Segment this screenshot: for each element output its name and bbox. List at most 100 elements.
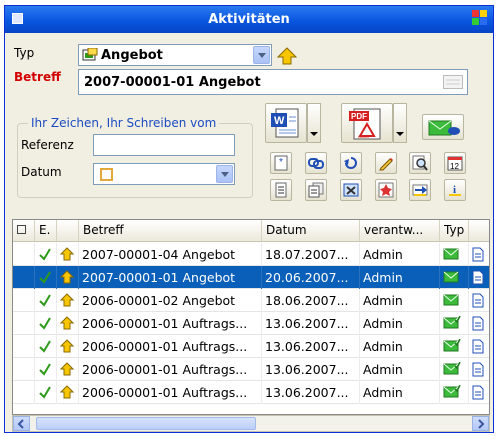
row-select-cell[interactable] xyxy=(13,312,35,335)
word-button[interactable]: W xyxy=(265,103,307,143)
row-betreff: 2006-00001-02 Angebot xyxy=(79,289,262,312)
grid-close-button[interactable] xyxy=(340,179,362,201)
referenz-input[interactable] xyxy=(93,134,235,156)
row-datum: 18.06.2007... xyxy=(262,289,360,312)
header-typ[interactable]: Typ xyxy=(440,220,469,241)
pdf-adobe-icon: PDF Adobe xyxy=(349,108,381,140)
title-bar[interactable]: Aktivitäten xyxy=(5,6,493,33)
header-datum[interactable]: Datum xyxy=(262,220,360,241)
priority-up-icon xyxy=(57,335,79,358)
keyboard-icon[interactable] xyxy=(443,75,463,89)
stack-button[interactable] xyxy=(305,179,327,201)
row-select-cell[interactable] xyxy=(13,243,35,266)
list-document-icon xyxy=(275,182,287,198)
row-betreff: 2006-00001-01 Auftrags... xyxy=(79,381,262,404)
done-check-icon xyxy=(35,381,57,404)
document-icon[interactable] xyxy=(469,243,489,266)
typ-combobox[interactable]: Angebot xyxy=(78,44,272,66)
done-check-icon xyxy=(35,335,57,358)
document-icon[interactable] xyxy=(469,266,489,289)
stack-document-icon xyxy=(308,182,324,198)
header-doc[interactable] xyxy=(469,220,489,241)
calendar-button[interactable]: 12 xyxy=(444,152,466,174)
row-betreff: 2007-00001-01 Angebot xyxy=(79,266,262,289)
undo-button[interactable] xyxy=(340,152,362,174)
document-icon[interactable] xyxy=(469,381,489,404)
scroll-right-button[interactable] xyxy=(472,416,489,431)
header-priority[interactable] xyxy=(57,220,79,241)
document-icon[interactable] xyxy=(469,312,489,335)
edit-button[interactable] xyxy=(375,152,397,174)
mail-check-icon xyxy=(440,358,469,381)
typ-label: Typ xyxy=(14,46,35,60)
search-button[interactable] xyxy=(409,152,431,174)
document-icon[interactable] xyxy=(469,358,489,381)
priority-up-icon xyxy=(57,381,79,404)
arrow-right-icon xyxy=(412,184,428,196)
document-icon[interactable] xyxy=(469,335,489,358)
priority-up-icon xyxy=(57,312,79,335)
format-button[interactable]: i xyxy=(444,179,466,201)
row-verantwortlich: Admin xyxy=(360,358,440,381)
row-select-cell[interactable] xyxy=(13,266,35,289)
table-row[interactable]: 2006-00001-02 Angebot 18.06.2007... Admin xyxy=(13,289,489,312)
typ-value: Angebot xyxy=(101,48,163,63)
table-row[interactable]: 2006-00001-01 Auftrags... 13.06.2007... Ad… xyxy=(13,312,489,335)
email-button[interactable] xyxy=(422,114,464,140)
row-select-cell[interactable] xyxy=(13,358,35,381)
table-row[interactable]: 2006-00001-01 Auftrags... 13.06.2007... Ad… xyxy=(13,335,489,358)
word-menu-button[interactable] xyxy=(307,103,321,143)
table-row[interactable]: 2007-00001-01 Angebot 20.06.2007... Admin xyxy=(13,266,489,289)
dock-pin-icon[interactable] xyxy=(472,10,488,26)
activities-grid[interactable]: E. Betreff Datum verantw... Typ 2007-000… xyxy=(12,219,490,415)
typ-dropdown-button[interactable] xyxy=(253,46,270,64)
grid-header: E. Betreff Datum verantw... Typ xyxy=(13,220,489,242)
datum-checkbox[interactable] xyxy=(100,168,113,181)
header-verantwortlich[interactable]: verantw... xyxy=(360,220,440,241)
list-button[interactable] xyxy=(270,179,292,201)
row-datum: 13.06.2007... xyxy=(262,381,360,404)
pdf-button[interactable]: PDF Adobe xyxy=(341,103,393,143)
mark-button[interactable] xyxy=(375,179,397,201)
scroll-left-button[interactable] xyxy=(13,416,30,431)
table-row[interactable]: 2006-00001-01 Auftrags... 13.06.2007... Ad… xyxy=(13,381,489,404)
row-betreff: 2006-00001-01 Auftrags... xyxy=(79,312,262,335)
row-verantwortlich: Admin xyxy=(360,312,440,335)
row-select-cell[interactable] xyxy=(13,335,35,358)
row-datum: 20.06.2007... xyxy=(262,266,360,289)
svg-text:Adobe: Adobe xyxy=(358,134,370,139)
header-select-all[interactable] xyxy=(13,220,35,241)
word-document-icon: W xyxy=(271,108,299,138)
star-mark-icon xyxy=(378,182,394,198)
table-row[interactable]: 2006-00001-01 Auftrags... 13.06.2007... Ad… xyxy=(13,358,489,381)
row-datum: 13.06.2007... xyxy=(262,358,360,381)
row-datum: 18.07.2007... xyxy=(262,243,360,266)
betreff-value: 2007-00001-01 Angebot xyxy=(84,75,261,90)
undo-icon xyxy=(344,157,357,169)
datum-label: Datum xyxy=(21,165,62,179)
activities-window: Aktivitäten Typ Angebot Betreff 2007-000… xyxy=(4,5,494,433)
navigate-up-icon[interactable] xyxy=(277,47,297,65)
horizontal-scrollbar[interactable] xyxy=(12,415,490,432)
datum-dropdown-button[interactable] xyxy=(216,165,233,183)
row-betreff: 2007-00001-04 Angebot xyxy=(79,243,262,266)
done-check-icon xyxy=(35,358,57,381)
link-button[interactable] xyxy=(305,152,327,174)
scroll-thumb[interactable] xyxy=(36,417,256,430)
done-check-icon xyxy=(35,312,57,335)
row-select-cell[interactable] xyxy=(13,289,35,312)
new-button[interactable]: * xyxy=(270,152,292,174)
chevron-right-icon xyxy=(478,419,485,429)
header-betreff[interactable]: Betreff xyxy=(79,220,262,241)
forward-button[interactable] xyxy=(409,179,431,201)
mail-icon xyxy=(440,266,469,289)
datum-picker[interactable] xyxy=(93,163,235,185)
betreff-input[interactable]: 2007-00001-01 Angebot xyxy=(78,69,468,95)
mail-check-icon xyxy=(440,312,469,335)
pdf-menu-button[interactable] xyxy=(393,103,407,143)
document-icon[interactable] xyxy=(469,289,489,312)
table-row[interactable]: 2007-00001-04 Angebot 18.07.2007... Admin xyxy=(13,243,489,266)
row-select-cell[interactable] xyxy=(13,381,35,404)
header-e[interactable]: E. xyxy=(35,220,57,241)
window-title: Aktivitäten xyxy=(208,12,290,27)
